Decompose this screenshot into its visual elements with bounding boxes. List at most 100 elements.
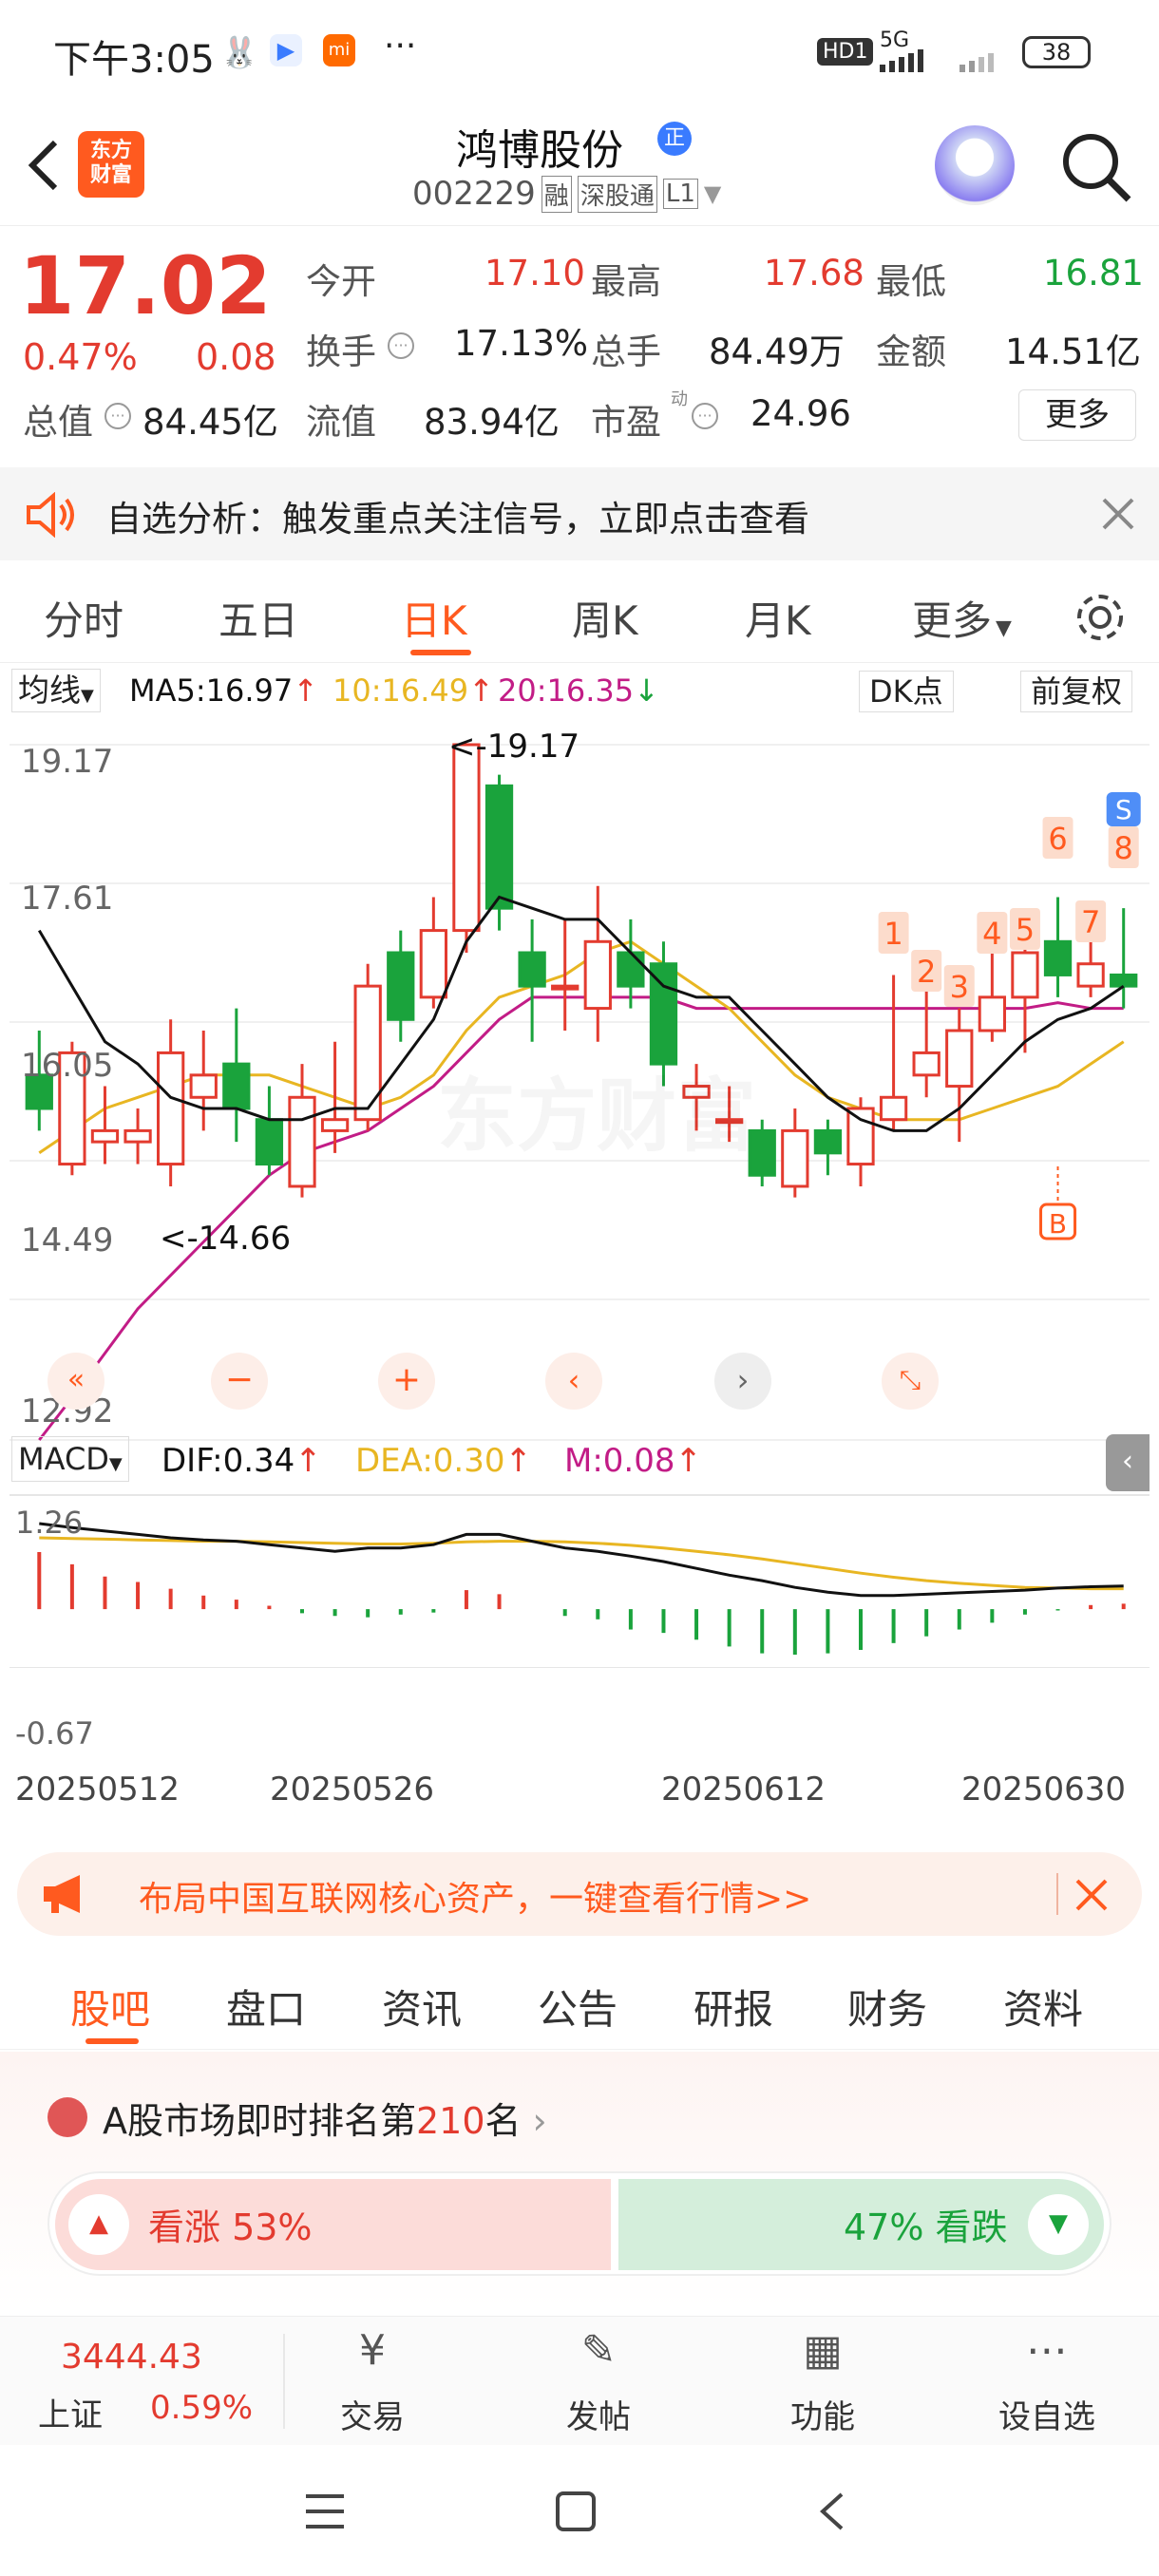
close-icon[interactable] <box>1074 1877 1110 1913</box>
high-label: 最高 <box>591 261 661 302</box>
low-annotation: <-14.66 <box>160 1220 292 1258</box>
candle-body <box>945 1029 974 1089</box>
index-name[interactable]: 上证 <box>38 2389 103 2435</box>
tab-news[interactable]: 资讯 <box>382 1978 462 2036</box>
macd-y-bottom: -0.67 <box>15 1715 94 1752</box>
bull-fill[interactable] <box>55 2179 611 2270</box>
rank-text[interactable]: A股市场即时排名第210名 › <box>103 2092 547 2144</box>
chevron-right-icon: › <box>532 2100 547 2142</box>
nav-add-watchlist[interactable]: ⋯ 设自选 <box>980 2326 1113 2437</box>
tab-minute[interactable]: 分时 <box>44 589 124 647</box>
info-icon[interactable]: ··· <box>388 332 414 359</box>
tab-forum[interactable]: 股吧 <box>70 1978 150 2036</box>
info-icon[interactable]: ··· <box>692 403 718 429</box>
bear-label: 47% 看跌 <box>844 2207 1008 2248</box>
market-rank-panel: A股市场即时排名第210名 › ▲ 看涨 53% 47% 看跌 ▼ <box>0 2052 1159 2308</box>
sell-label: S <box>1115 794 1132 825</box>
notification-icon: 🐰 <box>220 34 258 70</box>
tab-orderbook[interactable]: 盘口 <box>226 1978 306 2036</box>
tab-monthly-k[interactable]: 月K <box>745 589 811 647</box>
pe-label: 市盈 <box>591 402 661 443</box>
date-label-2: 20250526 <box>270 1771 435 1809</box>
scroll-left-fast-icon[interactable]: « <box>48 1353 104 1410</box>
nav-post[interactable]: ✎ 发帖 <box>532 2326 665 2437</box>
index-value[interactable]: 3444.43 <box>61 2338 202 2377</box>
tab-five-day[interactable]: 五日 <box>218 589 298 647</box>
candle-body <box>551 984 580 991</box>
candle-body <box>90 1128 120 1144</box>
macd-y-top: 1.26 <box>15 1505 84 1541</box>
index-change[interactable]: 0.59% <box>150 2389 253 2427</box>
eastmoney-logo[interactable]: 东方 财富 <box>78 131 144 198</box>
turnover-value: 17.13% <box>454 323 589 364</box>
zoom-out-icon[interactable]: − <box>211 1353 268 1410</box>
indicator-select[interactable]: 均线▼ <box>11 669 101 712</box>
kline-svg[interactable]: 12 34 5 6 7 8 B S <box>10 718 1150 1668</box>
dk-point-button[interactable]: DK点 <box>859 671 954 712</box>
dif-legend: DIF:0.34↑ <box>162 1442 322 1480</box>
tab-profile[interactable]: 资料 <box>1003 1978 1083 2036</box>
watermark: 东方财富 <box>437 1052 756 1167</box>
home-icon[interactable] <box>555 2491 597 2532</box>
content-tabs: 股吧 盘口 资讯 公告 研报 财务 资料 <box>0 1955 1159 2050</box>
total-value: 84.45亿 <box>142 402 278 443</box>
speaker-icon <box>27 492 74 538</box>
candle-body <box>288 1095 316 1188</box>
candle-body <box>978 995 1006 1032</box>
candle-body <box>1110 973 1138 988</box>
more-button[interactable]: 更多 <box>1018 389 1136 441</box>
nav-trade[interactable]: ¥ 交易 <box>306 2326 439 2437</box>
info-icon[interactable]: ··· <box>104 403 131 429</box>
back-icon[interactable] <box>815 2491 847 2532</box>
candle-body <box>846 1107 875 1166</box>
tag-level: L1 <box>662 179 698 209</box>
low-value: 16.81 <box>1043 253 1144 294</box>
signal-label: 6 <box>1048 821 1067 857</box>
scroll-right-icon[interactable]: › <box>714 1353 771 1410</box>
gear-icon[interactable] <box>1074 591 1127 644</box>
m-legend: M:0.08↑ <box>564 1442 702 1480</box>
ai-assistant-avatar[interactable] <box>935 125 1015 205</box>
fullscreen-icon[interactable]: ⤡ <box>882 1353 939 1410</box>
more-circle-icon: ⋯ <box>1026 2326 1068 2375</box>
signal-label: 5 <box>1016 912 1035 948</box>
scroll-left-icon[interactable]: ‹ <box>545 1353 602 1410</box>
volume-label: 总手 <box>591 331 661 372</box>
y-label-top: 19.17 <box>21 743 114 781</box>
collapse-panel-icon[interactable]: ‹ <box>1106 1434 1150 1491</box>
kline-chart-area: 均线▼ MA5:16.97↑ 10:16.49↑ 20:16.35↓ DK点 前… <box>10 665 1150 1833</box>
open-label: 今开 <box>306 261 376 302</box>
vote-bar: ▲ 看涨 53% 47% 看跌 ▼ <box>48 2171 1112 2276</box>
tab-research[interactable]: 研报 <box>694 1978 773 2036</box>
analysis-alert-bar[interactable]: 自选分析：触发重点关注信号，立即点击查看 <box>0 467 1159 560</box>
nav-functions[interactable]: ▦ 功能 <box>756 2326 889 2437</box>
back-arrow-icon[interactable] <box>21 137 63 194</box>
candle-body <box>452 743 481 933</box>
date-label-3: 20250612 <box>661 1771 826 1809</box>
tab-daily-k[interactable]: 日K <box>401 589 467 647</box>
tab-weekly-k[interactable]: 周K <box>572 589 638 647</box>
last-price: 17.02 <box>19 239 272 332</box>
stock-code-row[interactable]: 002229 融 深股通 L1 ▼ <box>412 175 721 213</box>
float-value-label: 流值 <box>306 402 376 443</box>
promo-banner[interactable]: 布局中国互联网核心资产，一键查看行情>> <box>17 1852 1142 1936</box>
high-annotation: <-19.17 <box>448 728 580 766</box>
menu-icon[interactable] <box>304 2492 346 2530</box>
bear-arrow-icon[interactable]: ▼ <box>1028 2194 1089 2255</box>
active-tab-indicator <box>410 650 471 655</box>
hd-icon: HD1 <box>817 38 874 66</box>
status-bar: 下午3:05 🐰 ▶ mi ··· HD1 5G 38 <box>0 0 1159 106</box>
signal-label: 1 <box>884 916 902 952</box>
bull-arrow-icon[interactable]: ▲ <box>68 2194 129 2255</box>
tab-announcements[interactable]: 公告 <box>538 1978 618 2036</box>
close-icon[interactable] <box>1100 496 1136 532</box>
adjust-button[interactable]: 前复权 <box>1020 671 1133 712</box>
pe-value: 24.96 <box>750 393 851 434</box>
signal-label: 3 <box>950 969 969 1005</box>
search-icon[interactable] <box>1058 129 1134 205</box>
grid-icon: ▦ <box>803 2326 843 2375</box>
macd-select[interactable]: MACD▼ <box>11 1436 129 1482</box>
zoom-in-icon[interactable]: + <box>378 1353 435 1410</box>
tab-finance[interactable]: 财务 <box>847 1978 927 2036</box>
tab-more[interactable]: 更多 ▼ <box>912 589 1012 647</box>
